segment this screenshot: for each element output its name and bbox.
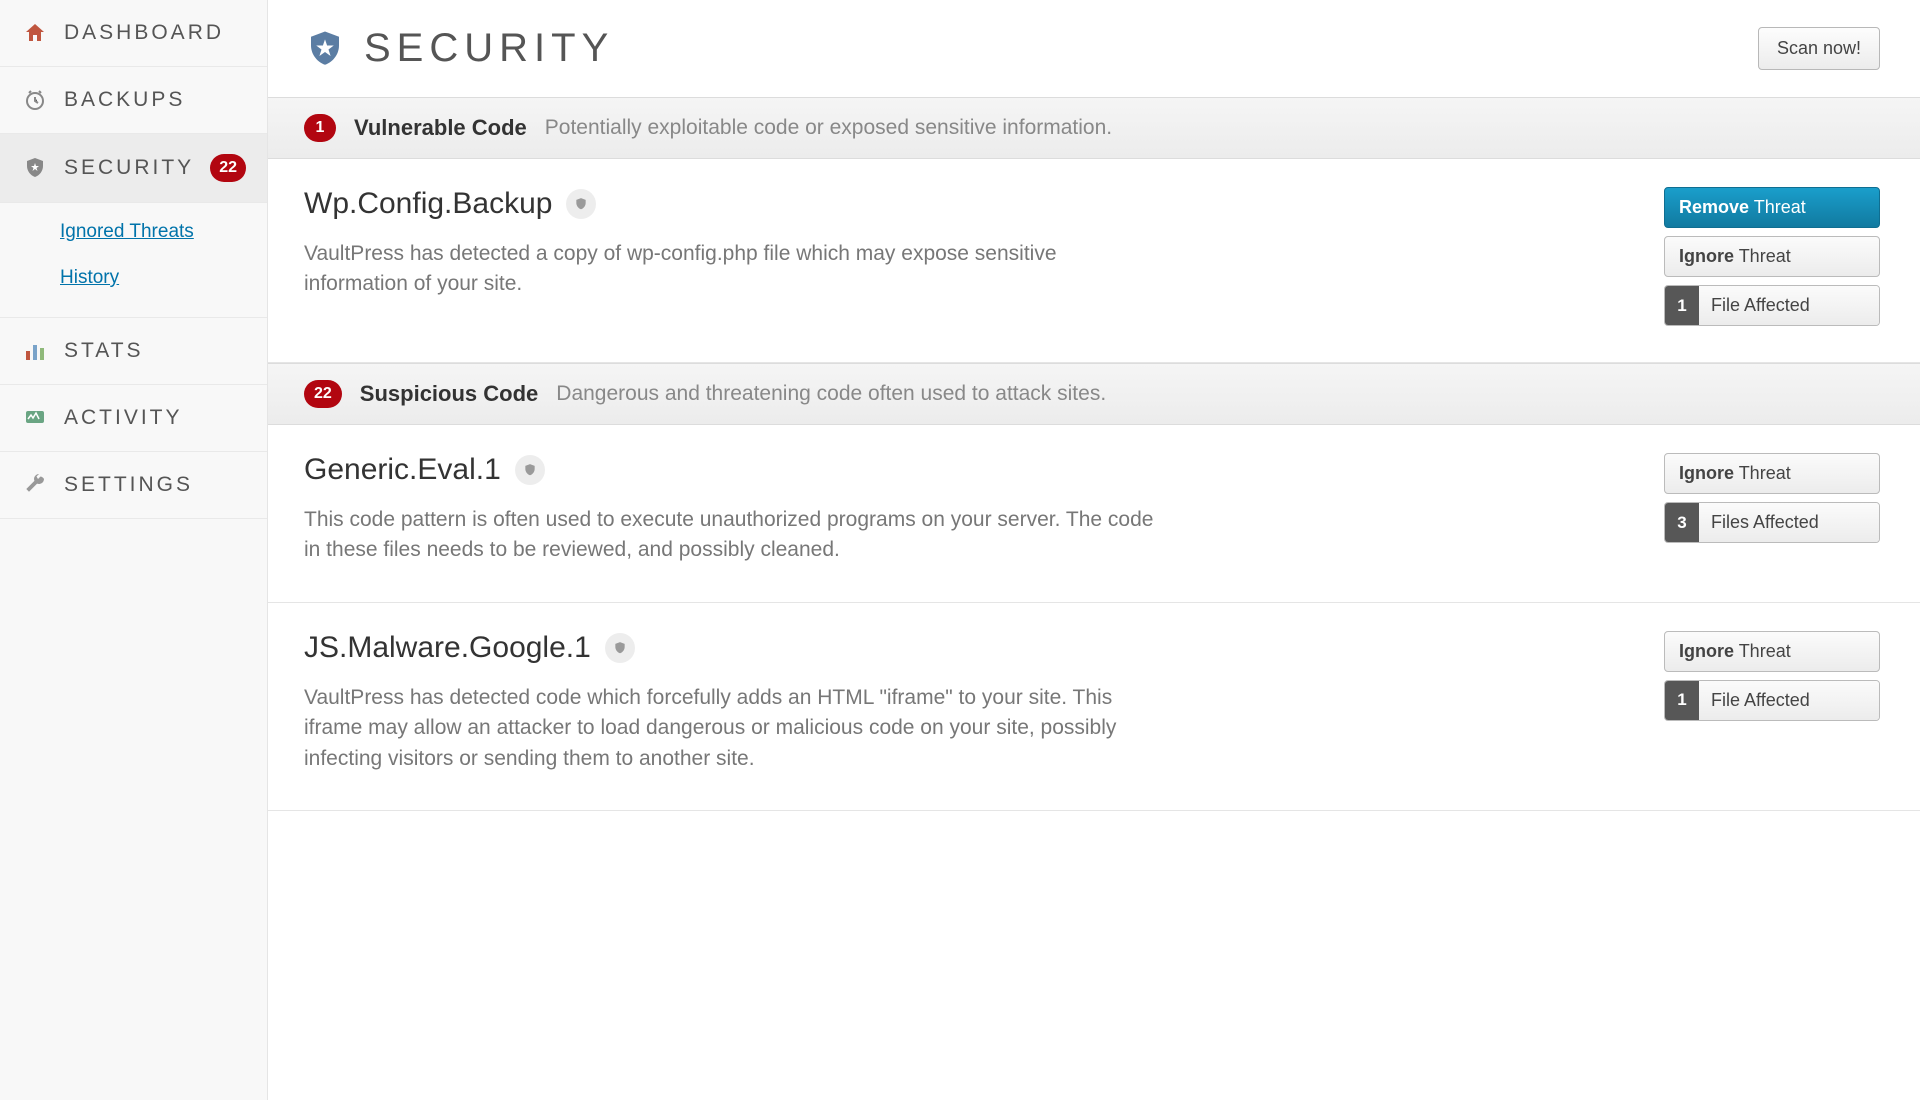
sidebar-item-label: SETTINGS [64,473,193,497]
threat-name: Generic.Eval.1 [304,453,501,487]
shield-icon [22,155,48,181]
files-affected[interactable]: 3 Files Affected [1664,502,1880,543]
threat-item: JS.Malware.Google.1 VaultPress has detec… [268,603,1920,811]
files-label: File Affected [1699,286,1879,325]
section-count-badge: 1 [304,114,336,142]
section-title: Suspicious Code [360,381,538,407]
page-header: SECURITY Scan now! [268,0,1920,97]
sidebar-item-activity[interactable]: ACTIVITY [0,385,267,452]
files-count: 3 [1665,503,1699,542]
sidebar-item-backups[interactable]: BACKUPS [0,67,267,134]
threat-name: JS.Malware.Google.1 [304,631,591,665]
wrench-icon [22,472,48,498]
ignore-threat-button[interactable]: Ignore Threat [1664,453,1880,494]
files-count: 1 [1665,681,1699,720]
sidebar-item-dashboard[interactable]: DASHBOARD [0,0,267,67]
sidebar-item-label: SECURITY [64,156,194,180]
threat-description: This code pattern is often used to execu… [304,505,1164,566]
section-description: Dangerous and threatening code often use… [556,382,1106,406]
threat-item: Generic.Eval.1 This code pattern is ofte… [268,425,1920,603]
sidebar-subitem-ignored-threats[interactable]: Ignored Threats [0,209,267,255]
threat-description: VaultPress has detected a copy of wp-con… [304,239,1164,300]
security-badge: 22 [210,154,246,182]
scan-now-button[interactable]: Scan now! [1758,27,1880,70]
sidebar-item-label: ACTIVITY [64,406,183,430]
shield-icon [515,455,545,485]
main-content: SECURITY Scan now! 1 Vulnerable Code Pot… [268,0,1920,1100]
sidebar-item-label: STATS [64,339,144,363]
monitor-icon [22,405,48,431]
section-title: Vulnerable Code [354,115,527,141]
threat-description: VaultPress has detected code which force… [304,683,1164,774]
shield-icon [566,189,596,219]
section-count-badge: 22 [304,380,342,408]
sidebar: DASHBOARD BACKUPS SECURITY 22 Ignored Th… [0,0,268,1100]
shield-icon [605,633,635,663]
shield-icon [304,28,346,70]
clock-icon [22,87,48,113]
sidebar-item-stats[interactable]: STATS [0,318,267,385]
section-header-suspicious: 22 Suspicious Code Dangerous and threate… [268,363,1920,425]
page-title: SECURITY [364,26,614,71]
sidebar-subitems: Ignored Threats History [0,203,267,318]
sidebar-item-label: BACKUPS [64,88,185,112]
threat-name: Wp.Config.Backup [304,187,552,221]
sidebar-subitem-history[interactable]: History [0,255,267,301]
sidebar-item-settings[interactable]: SETTINGS [0,452,267,519]
files-affected[interactable]: 1 File Affected [1664,285,1880,326]
ignore-threat-button[interactable]: Ignore Threat [1664,631,1880,672]
section-header-vulnerable: 1 Vulnerable Code Potentially exploitabl… [268,97,1920,159]
bars-icon [22,338,48,364]
remove-threat-button[interactable]: Remove Threat [1664,187,1880,228]
files-affected[interactable]: 1 File Affected [1664,680,1880,721]
section-description: Potentially exploitable code or exposed … [545,116,1112,140]
files-count: 1 [1665,286,1699,325]
files-label: Files Affected [1699,503,1879,542]
threat-item: Wp.Config.Backup VaultPress has detected… [268,159,1920,363]
ignore-threat-button[interactable]: Ignore Threat [1664,236,1880,277]
home-icon [22,20,48,46]
sidebar-item-security[interactable]: SECURITY 22 [0,134,267,203]
sidebar-item-label: DASHBOARD [64,21,224,45]
files-label: File Affected [1699,681,1879,720]
